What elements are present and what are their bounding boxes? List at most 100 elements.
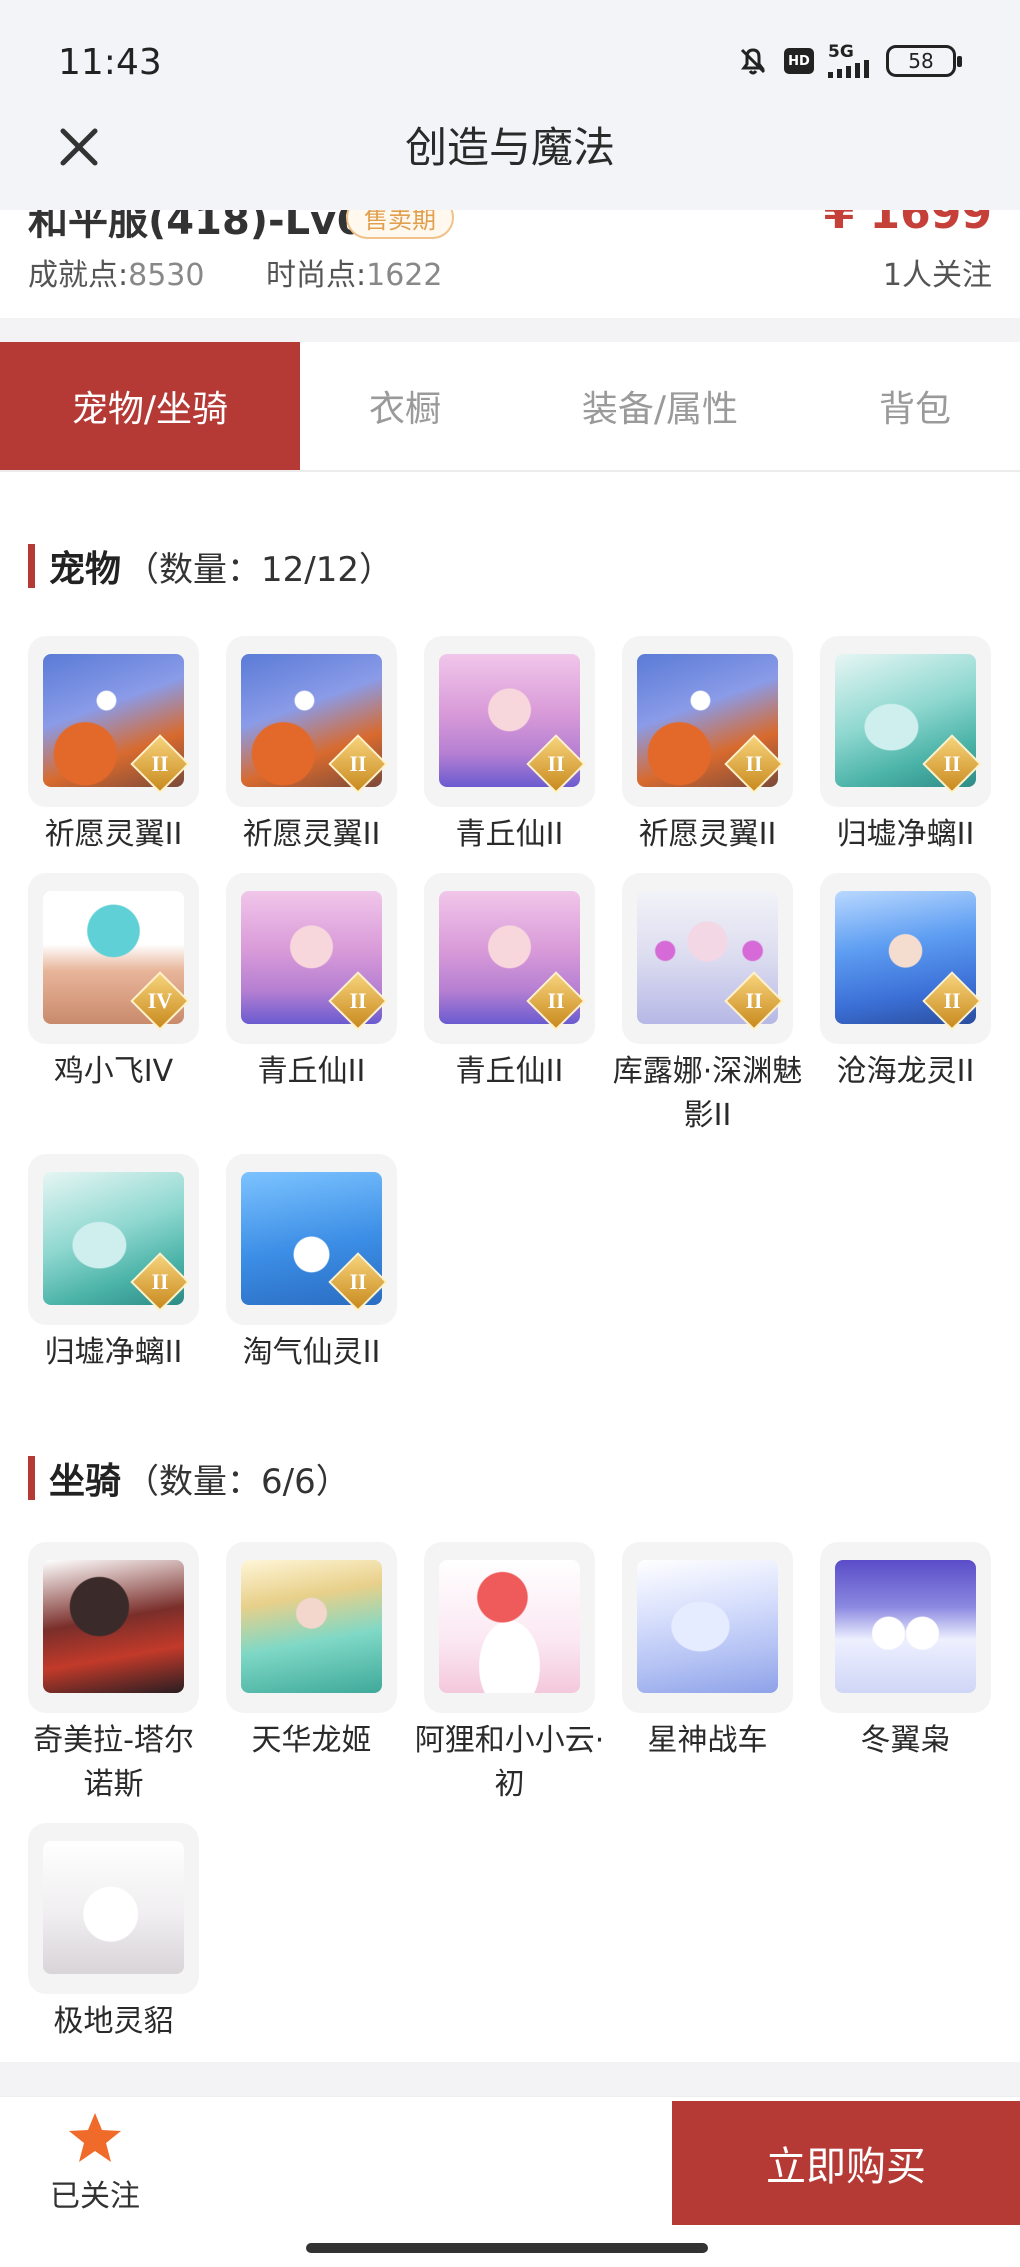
mounts-count: （数量：6/6） (125, 1461, 350, 1502)
network-type: 5G (828, 42, 854, 62)
promo-tag: 售卖期 (346, 210, 454, 239)
pet-name: 青丘仙II (455, 817, 564, 852)
pet-item[interactable]: II 沧海龙灵II (820, 873, 991, 1138)
pet-item[interactable]: II 淘气仙灵II (226, 1154, 397, 1375)
pet-item[interactable]: II 青丘仙II (424, 873, 595, 1138)
tab-equipment[interactable]: 装备/属性 (510, 342, 810, 470)
grade-label: II (547, 988, 565, 1013)
hd-icon: HD (784, 48, 814, 74)
pet-item[interactable]: II 青丘仙II (226, 873, 397, 1138)
pet-thumbnail: II (226, 1154, 397, 1325)
title-bar: 创造与魔法 (0, 80, 1020, 210)
pet-item[interactable]: IV 鸡小飞IV (28, 873, 199, 1138)
grade-label: II (151, 751, 169, 776)
pet-name: 归墟净螭II (44, 1335, 183, 1370)
pet-item[interactable]: II 归墟净螭II (820, 636, 991, 857)
listing-info: 和平服(418)-Lv69 售卖期 ¥ 1699 成就点:8530 时尚点:16… (0, 210, 1020, 318)
pet-name: 祈愿灵翼II (44, 817, 183, 852)
mount-name: 天华龙姬 (251, 1723, 372, 1758)
marten-portrait (43, 1841, 184, 1974)
mount-thumbnail (226, 1542, 397, 1713)
pet-name: 沧海龙灵II (836, 1054, 975, 1089)
mounts-section-header: 坐骑 （数量：6/6） (28, 1452, 350, 1504)
mount-item[interactable]: 极地灵貂 (28, 1823, 199, 2044)
pet-thumbnail: II (622, 636, 793, 807)
pet-name: 青丘仙II (257, 1054, 366, 1089)
pets-count: （数量：12/12） (125, 549, 393, 590)
signal-icon: 5G (828, 44, 872, 78)
pet-thumbnail: II (424, 873, 595, 1044)
mount-name: 冬翼枭 (860, 1723, 951, 1758)
star-icon (69, 2113, 121, 2162)
pet-name: 青丘仙II (455, 1054, 564, 1089)
pet-item[interactable]: II 库露娜·深渊魅影II (613, 873, 802, 1138)
pet-item[interactable]: II 青丘仙II (424, 636, 595, 857)
grade-label: II (151, 1269, 169, 1294)
section-marker (28, 1456, 35, 1500)
grade-label: II (349, 988, 367, 1013)
achievement-label: 成就点: (28, 258, 129, 293)
tab-wardrobe[interactable]: 衣橱 (300, 342, 510, 470)
achievement-value: 8530 (128, 258, 205, 293)
mount-item[interactable]: 天华龙姬 (226, 1542, 397, 1807)
status-time: 11:43 (58, 42, 162, 83)
follow-button[interactable]: 已关注 (40, 2111, 150, 2231)
mount-item[interactable]: 奇美拉-塔尔诺斯 (28, 1542, 199, 1807)
section-marker (28, 544, 35, 588)
price: ¥ 1699 (823, 210, 992, 239)
pet-thumbnail: II (820, 636, 991, 807)
pets-grid: II 祈愿灵翼II II 祈愿灵翼II II 青丘仙II II 祈愿灵翼II II 归墟净螭II I… (28, 636, 992, 1375)
grade-label: II (349, 1269, 367, 1294)
home-indicator[interactable] (306, 2243, 708, 2253)
follower-count: 1人关注 (882, 258, 992, 293)
mount-item[interactable]: 星神战车 (622, 1542, 793, 1807)
mount-item[interactable]: 阿狸和小小云·初 (415, 1542, 604, 1807)
mount-thumbnail (622, 1542, 793, 1713)
mount-thumbnail (28, 1542, 199, 1713)
pet-thumbnail: II (226, 636, 397, 807)
mount-item[interactable]: 冬翼枭 (820, 1542, 991, 1807)
server-level: 和平服(418)-Lv69 (28, 210, 392, 244)
grade-label: II (943, 751, 961, 776)
mount-name: 阿狸和小小云·初 (414, 1723, 605, 1802)
pet-thumbnail: II (622, 873, 793, 1044)
pet-item[interactable]: II 祈愿灵翼II (226, 636, 397, 857)
grade-label: II (547, 751, 565, 776)
follow-label: 已关注 (50, 2179, 140, 2214)
pet-name: 归墟净螭II (836, 817, 975, 852)
mount-thumbnail (820, 1542, 991, 1713)
mount-thumbnail (28, 1823, 199, 1994)
starhorse-portrait (637, 1560, 778, 1693)
grade-label: II (745, 751, 763, 776)
achievement-points: 成就点:8530 (28, 250, 204, 294)
divider (0, 318, 1020, 342)
bottom-bar: 已关注 立即购买 (0, 2096, 1020, 2267)
mute-bell-icon (736, 44, 770, 78)
tab-backpack[interactable]: 背包 (810, 342, 1020, 470)
tab-pets-mounts[interactable]: 宠物/坐骑 (0, 342, 300, 470)
pet-thumbnail: II (226, 873, 397, 1044)
pet-name: 祈愿灵翼II (242, 817, 381, 852)
pet-item[interactable]: II 祈愿灵翼II (28, 636, 199, 857)
fashion-label: 时尚点: (266, 258, 367, 293)
pet-item[interactable]: II 祈愿灵翼II (622, 636, 793, 857)
grade-label: II (745, 988, 763, 1013)
pet-name: 淘气仙灵II (242, 1335, 381, 1370)
grade-label: II (349, 751, 367, 776)
grade-label: IV (147, 988, 173, 1013)
pet-item[interactable]: II 归墟净螭II (28, 1154, 199, 1375)
dragonlady-portrait (241, 1560, 382, 1693)
buy-now-button[interactable]: 立即购买 (672, 2101, 1020, 2225)
pet-thumbnail: II (28, 636, 199, 807)
mount-name: 极地灵貂 (53, 2004, 174, 2039)
chimera-portrait (43, 1560, 184, 1693)
pet-thumbnail: II (820, 873, 991, 1044)
status-icons: HD 5G 58 (736, 44, 962, 78)
battery-icon: 58 (886, 45, 962, 77)
pets-title: 宠物 (49, 549, 122, 590)
tab-bar: 宠物/坐骑 衣橱 装备/属性 背包 (0, 342, 1020, 472)
grade-label: II (943, 988, 961, 1013)
mount-thumbnail (424, 1542, 595, 1713)
pet-name: 库露娜·深渊魅影II (612, 1054, 803, 1133)
pet-thumbnail: II (424, 636, 595, 807)
